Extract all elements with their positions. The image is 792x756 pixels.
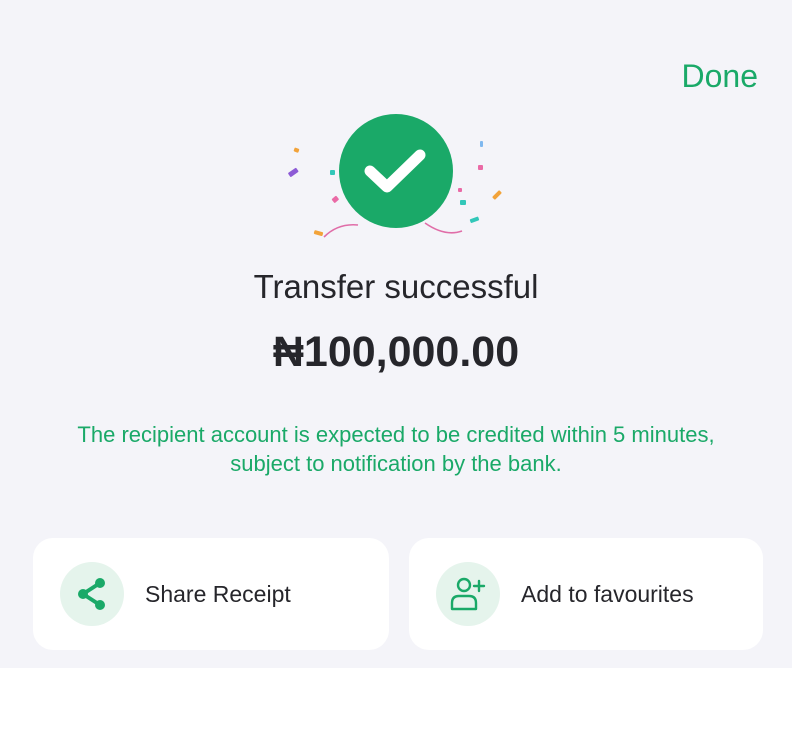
done-button[interactable]: Done (682, 60, 759, 92)
transfer-amount: ₦100,000.00 (272, 328, 520, 376)
share-receipt-button[interactable]: Share Receipt (33, 538, 389, 650)
add-user-icon (436, 562, 500, 626)
add-to-favourites-button[interactable]: Add to favourites (409, 538, 763, 650)
confetti-decoration (288, 114, 502, 238)
transfer-success-screen: Done Transfer successful ₦100,000.00 The… (0, 0, 792, 668)
add-to-favourites-label: Add to favourites (521, 580, 694, 607)
success-illustration (270, 105, 520, 255)
credit-notice: The recipient account is expected to be … (77, 422, 715, 476)
share-receipt-label: Share Receipt (145, 580, 291, 607)
status-title: Transfer successful (253, 268, 539, 305)
blank-area (0, 668, 792, 756)
share-icon (60, 562, 124, 626)
